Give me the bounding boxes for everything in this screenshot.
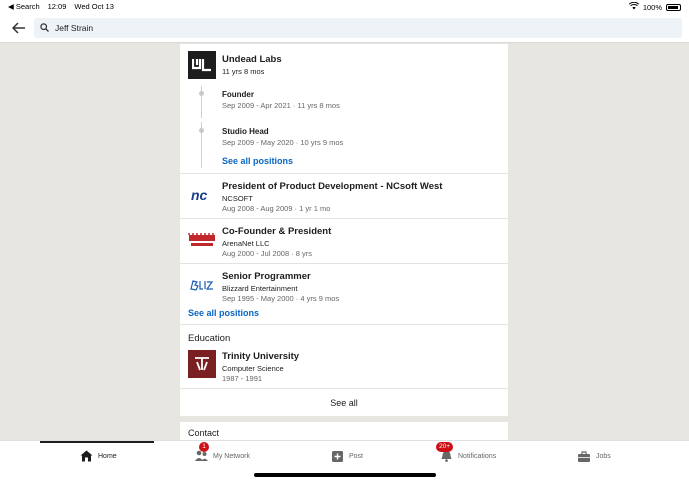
divider xyxy=(180,173,508,174)
education-heading: Education xyxy=(188,333,231,344)
home-indicator[interactable] xyxy=(254,473,436,477)
timeline-dot xyxy=(199,91,204,96)
notification-badge: 20+ xyxy=(436,442,454,452)
position-title: Studio Head xyxy=(222,127,269,136)
svg-text:nc: nc xyxy=(191,188,208,202)
education-years: 1987 - 1991 xyxy=(222,374,263,383)
company-name[interactable]: Undead Labs xyxy=(222,54,502,65)
position-dates: Sep 2009 - Apr 2021 · 11 yrs 8 mos xyxy=(222,101,340,110)
tab-jobs[interactable]: Jobs xyxy=(577,449,611,463)
undead-labs-logo[interactable] xyxy=(188,51,216,79)
position-title[interactable]: Co-Founder & President xyxy=(222,226,504,237)
tab-home[interactable]: Home xyxy=(79,449,117,463)
see-all-positions-link[interactable]: See all positions xyxy=(222,156,422,166)
tab-notifications[interactable]: 20+ Notifications xyxy=(436,442,497,463)
battery-percent: 100% xyxy=(642,2,662,12)
profile-card: Undead Labs 11 yrs 8 mos Founder Sep 200… xyxy=(180,44,508,416)
search-query: Jeff Strain xyxy=(55,23,94,33)
tab-my-network[interactable]: 1 My Network xyxy=(194,442,250,463)
see-all-positions-link[interactable]: See all positions xyxy=(188,308,388,318)
date: Wed Oct 13 xyxy=(74,2,114,11)
status-bar: ◀ Search 12:09 Wed Oct 13 100% xyxy=(0,0,689,14)
clock: 12:09 xyxy=(47,2,67,11)
tab-label: Notifications xyxy=(458,452,497,460)
tab-label: Jobs xyxy=(596,452,611,460)
back-to-app[interactable]: ◀ Search xyxy=(8,2,40,11)
tab-label: Home xyxy=(98,452,117,460)
divider xyxy=(180,263,508,264)
blizzard-logo[interactable] xyxy=(188,271,216,299)
company-duration: 11 yrs 8 mos xyxy=(222,67,265,76)
company-name: NCSOFT xyxy=(222,194,253,203)
bell-icon: 20+ xyxy=(436,442,454,463)
field-of-study: Computer Science xyxy=(222,364,284,373)
back-arrow-icon[interactable] xyxy=(10,19,28,37)
see-all-button[interactable]: See all xyxy=(180,389,508,416)
tab-post[interactable]: Post xyxy=(330,449,363,463)
search-icon xyxy=(40,22,49,34)
position-title[interactable]: President of Product Development - NCsof… xyxy=(222,181,504,192)
trinity-university-logo[interactable] xyxy=(188,350,216,378)
position-title: Founder xyxy=(222,90,254,99)
wifi-icon xyxy=(628,1,639,12)
contact-section: Contact xyxy=(180,422,508,442)
tab-label: Post xyxy=(349,452,364,460)
school-name[interactable]: Trinity University xyxy=(222,351,504,362)
post-icon xyxy=(330,449,344,463)
company-name: ArenaNet LLC xyxy=(222,239,270,248)
position-dates: Aug 2008 - Aug 2009 · 1 yr 1 mo xyxy=(222,204,331,213)
timeline-dot xyxy=(199,128,204,133)
position-dates: Aug 2000 - Jul 2008 · 8 yrs xyxy=(222,249,313,258)
home-icon xyxy=(79,449,93,463)
position-title[interactable]: Senior Programmer xyxy=(222,271,504,282)
briefcase-icon xyxy=(577,449,591,463)
divider xyxy=(180,324,508,325)
position-dates: Sep 1995 - May 2000 · 4 yrs 9 mos xyxy=(222,294,340,303)
contact-heading: Contact xyxy=(188,428,220,438)
battery-icon xyxy=(666,3,681,11)
arenanet-logo[interactable] xyxy=(188,226,216,254)
notification-badge: 1 xyxy=(199,442,209,452)
position-dates: Sep 2009 - May 2020 · 10 yrs 9 mos xyxy=(222,138,344,147)
tab-label: My Network xyxy=(213,452,250,460)
company-name: Blizzard Entertainment xyxy=(222,284,298,293)
search-input[interactable]: Jeff Strain xyxy=(34,18,682,38)
active-tab-indicator xyxy=(40,441,154,443)
ncsoft-logo[interactable]: nc xyxy=(188,181,216,209)
divider xyxy=(180,218,508,219)
search-header: Jeff Strain xyxy=(0,14,689,43)
network-icon: 1 xyxy=(194,442,209,463)
